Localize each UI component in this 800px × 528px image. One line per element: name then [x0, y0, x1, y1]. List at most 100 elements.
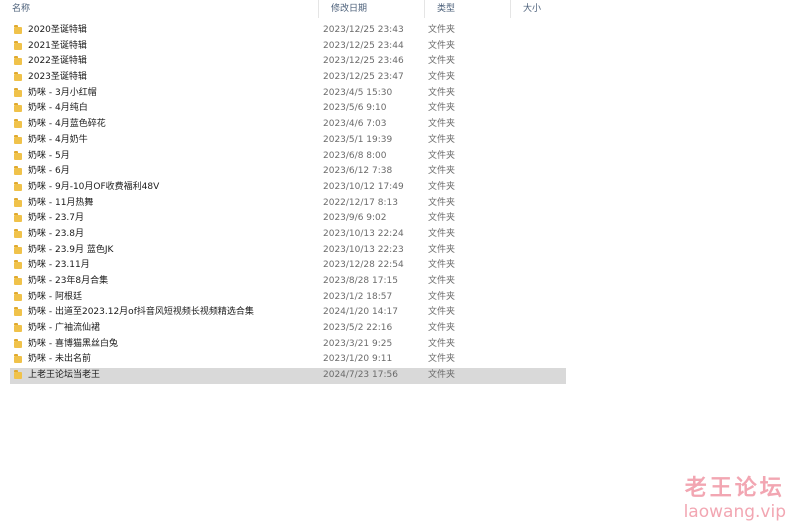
file-date: 2023/3/21 9:25 [323, 338, 393, 349]
file-type: 文件夹 [428, 103, 456, 114]
file-row[interactable]: 2023圣诞特辑 2023/12/25 23:47 文件夹 [10, 70, 566, 86]
file-type: 文件夹 [428, 197, 456, 208]
column-date-header[interactable]: 修改日期 [318, 0, 424, 18]
file-row[interactable]: 2022圣诞特辑 2023/12/25 23:46 文件夹 [10, 54, 566, 70]
file-date: 2023/12/28 22:54 [323, 260, 404, 271]
file-row[interactable]: 2021圣诞特辑 2023/12/25 23:44 文件夹 [10, 39, 566, 55]
watermark-logo: 老王论坛 laowang.vip [684, 476, 786, 522]
folder-icon [14, 213, 22, 223]
file-row[interactable]: 奶咪 - 11月热舞 2022/12/17 8:13 文件夹 [10, 196, 566, 212]
file-type: 文件夹 [428, 338, 456, 349]
file-row[interactable]: 奶咪 - 23.7月 2023/9/6 9:02 文件夹 [10, 211, 566, 227]
folder-icon [14, 103, 22, 113]
file-row[interactable]: 奶咪 - 23年8月合集 2023/8/28 17:15 文件夹 [10, 274, 566, 290]
file-name: 奶咪 - 5月 [28, 150, 70, 161]
folder-icon [14, 276, 22, 285]
file-date: 2023/10/12 17:49 [323, 181, 404, 192]
file-type: 文件夹 [428, 354, 456, 365]
file-name: 奶咪 - 23年8月合集 [28, 276, 109, 286]
file-date: 2023/10/13 22:24 [323, 228, 404, 239]
file-type: 文件夹 [428, 166, 456, 177]
folder-icon [14, 354, 22, 364]
file-row[interactable]: 奶咪 - 23.8月 2023/10/13 22:24 文件夹 [10, 227, 566, 243]
file-date: 2023/5/2 22:16 [323, 323, 393, 334]
file-name: 奶咪 - 广袖流仙裙 [28, 323, 100, 334]
column-date-label: 修改日期 [331, 4, 368, 14]
file-type: 文件夹 [428, 307, 456, 318]
file-type: 文件夹 [428, 56, 456, 67]
folder-icon [14, 166, 22, 176]
file-row[interactable]: 奶咪 - 4月蓝色碎花 2023/4/6 7:03 文件夹 [10, 117, 566, 133]
file-row[interactable]: 奶咪 - 出道至2023.12月of抖音风短视频长视频精选合集 2024/1/20… [10, 305, 566, 321]
file-date: 2023/6/12 7:38 [323, 166, 393, 177]
file-type: 文件夹 [428, 72, 456, 83]
file-date: 2023/12/25 23:46 [323, 56, 404, 67]
file-name: 奶咪 - 6月 [28, 166, 70, 177]
file-name: 奶咪 - 9月-10月OF收费福利48V [28, 181, 160, 192]
file-row[interactable]: 奶咪 - 3月小红帽 2023/4/5 15:30 文件夹 [10, 86, 566, 102]
file-row[interactable]: 奶咪 - 广袖流仙裙 2023/5/2 22:16 文件夹 [10, 321, 566, 337]
file-row[interactable]: 奶咪 - 23.11月 2023/12/28 22:54 文件夹 [10, 258, 566, 274]
file-date: 2023/10/13 22:23 [323, 244, 404, 255]
folder-icon [14, 56, 22, 66]
file-date: 2023/1/2 18:57 [323, 291, 393, 302]
file-row[interactable]: 奶咪 - 阿根廷 2023/1/2 18:57 文件夹 [10, 290, 566, 306]
file-row[interactable]: 奶咪 - 6月 2023/6/12 7:38 文件夹 [10, 164, 566, 180]
file-date: 2023/9/6 9:02 [323, 213, 387, 224]
file-type: 文件夹 [428, 276, 456, 286]
file-type: 文件夹 [428, 370, 456, 381]
file-type: 文件夹 [428, 181, 456, 192]
file-date: 2023/12/25 23:43 [323, 25, 404, 35]
file-type: 文件夹 [428, 244, 456, 255]
file-type: 文件夹 [428, 40, 456, 51]
file-row[interactable]: 奶咪 - 4月奶牛 2023/5/1 19:39 文件夹 [10, 133, 566, 149]
file-date: 2023/5/1 19:39 [323, 134, 393, 145]
file-row[interactable]: 奶咪 - 4月纯白 2023/5/6 9:10 文件夹 [10, 101, 566, 117]
file-type: 文件夹 [428, 150, 456, 161]
column-type-header[interactable]: 类型 [424, 0, 510, 18]
folder-icon [14, 134, 22, 144]
file-name: 奶咪 - 23.8月 [28, 228, 85, 239]
column-type-label: 类型 [437, 4, 456, 14]
file-name: 奶咪 - 23.7月 [28, 213, 85, 224]
file-row[interactable]: 奶咪 - 23.9月 蓝色JK 2023/10/13 22:23 文件夹 [10, 243, 566, 259]
folder-icon [14, 244, 22, 254]
folder-icon [14, 260, 22, 270]
file-date: 2023/5/6 9:10 [323, 103, 387, 114]
file-row[interactable]: 上老王论坛当老王 2024/7/23 17:56 文件夹 [10, 368, 566, 385]
sort-ascending-icon: ^ [160, 0, 167, 5]
watermark-url: laowang.vip [683, 502, 786, 522]
file-name: 奶咪 - 23.11月 [28, 260, 90, 271]
file-name: 奶咪 - 4月纯白 [28, 103, 88, 114]
file-date: 2023/1/20 9:11 [323, 354, 393, 365]
file-row[interactable]: 奶咪 - 喜博猫黑丝白兔 2023/3/21 9:25 文件夹 [10, 337, 566, 353]
file-row[interactable]: 奶咪 - 5月 2023/6/8 8:00 文件夹 [10, 149, 566, 165]
folder-icon [14, 181, 22, 191]
folder-icon [14, 307, 22, 317]
column-size-header[interactable]: 大小 [510, 0, 570, 18]
column-name-header[interactable]: 名称 [0, 0, 318, 18]
folder-icon [14, 370, 22, 380]
file-date: 2024/1/20 14:17 [323, 307, 398, 318]
folder-icon [14, 228, 22, 238]
file-name: 奶咪 - 未出名前 [28, 354, 91, 365]
file-name: 奶咪 - 3月小红帽 [28, 87, 97, 98]
folder-icon [14, 323, 22, 333]
file-type: 文件夹 [428, 323, 456, 334]
file-date: 2023/6/8 8:00 [323, 150, 387, 161]
file-date: 2023/4/6 7:03 [323, 119, 387, 130]
file-name: 奶咪 - 4月蓝色碎花 [28, 119, 106, 130]
folder-icon [14, 150, 22, 160]
column-name-label: 名称 [12, 4, 31, 14]
file-date: 2024/7/23 17:56 [323, 370, 398, 381]
file-row[interactable]: 奶咪 - 未出名前 2023/1/20 9:11 文件夹 [10, 352, 566, 368]
folder-icon [14, 119, 22, 129]
file-row[interactable]: 奶咪 - 9月-10月OF收费福利48V 2023/10/12 17:49 文件夹 [10, 180, 566, 196]
column-size-label: 大小 [523, 4, 542, 14]
folder-icon [14, 291, 22, 301]
watermark-title: 老王论坛 [684, 476, 785, 501]
file-name: 2022圣诞特辑 [28, 56, 87, 67]
file-date: 2023/4/5 15:30 [323, 87, 393, 98]
folder-icon [14, 197, 22, 207]
file-row[interactable]: 2020圣诞特辑 2023/12/25 23:43 文件夹 [10, 23, 566, 39]
